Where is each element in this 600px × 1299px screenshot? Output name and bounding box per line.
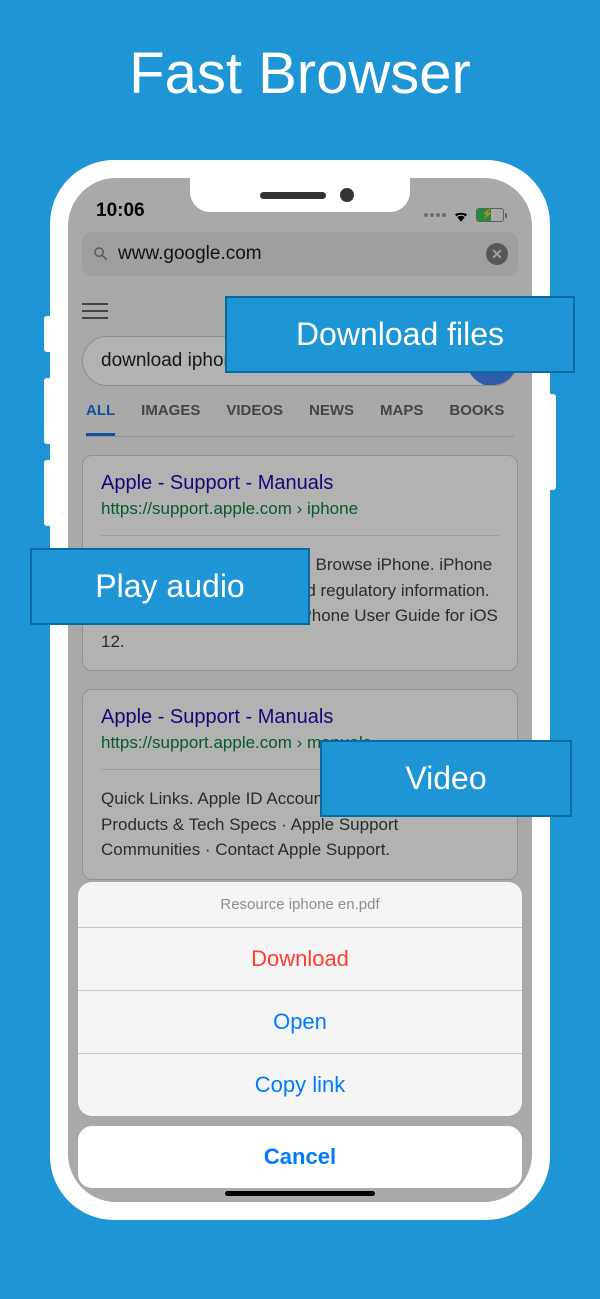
signal-dots-icon [424, 213, 446, 217]
sheet-title: Resource iphone en.pdf [78, 882, 522, 927]
tab-books[interactable]: BOOKS [449, 402, 504, 436]
url-text[interactable]: www.google.com [118, 243, 478, 265]
battery-icon: ⚡ [476, 208, 504, 222]
phone-side-button [550, 394, 556, 490]
search-icon [92, 245, 110, 263]
url-bar[interactable]: www.google.com ✕ [82, 232, 518, 276]
wifi-icon [452, 208, 470, 222]
home-indicator[interactable] [225, 1191, 375, 1196]
download-button[interactable]: Download [78, 927, 522, 990]
tab-videos[interactable]: VIDEOS [226, 402, 283, 436]
action-sheet: Resource iphone en.pdf Download Open Cop… [78, 882, 522, 1188]
status-time: 10:06 [96, 200, 145, 222]
result-title[interactable]: Apple - Support - Manuals [101, 706, 333, 728]
callout-video: Video [320, 740, 572, 817]
hero-title: Fast Browser [0, 0, 600, 107]
tab-maps[interactable]: MAPS [380, 402, 423, 436]
open-button[interactable]: Open [78, 990, 522, 1053]
menu-icon[interactable] [82, 303, 108, 319]
result-url: https://support.apple.com › iphone [101, 499, 499, 519]
search-tabs: ALL IMAGES VIDEOS NEWS MAPS BOOKS [86, 402, 514, 437]
copy-link-button[interactable]: Copy link [78, 1053, 522, 1116]
clear-url-button[interactable]: ✕ [486, 243, 508, 265]
callout-play-audio: Play audio [30, 548, 310, 625]
tab-all[interactable]: ALL [86, 402, 115, 436]
callout-download-files: Download files [225, 296, 575, 373]
phone-notch [190, 178, 410, 212]
result-title[interactable]: Apple - Support - Manuals [101, 472, 333, 494]
cancel-button[interactable]: Cancel [78, 1126, 522, 1188]
tab-images[interactable]: IMAGES [141, 402, 200, 436]
tab-news[interactable]: NEWS [309, 402, 354, 436]
